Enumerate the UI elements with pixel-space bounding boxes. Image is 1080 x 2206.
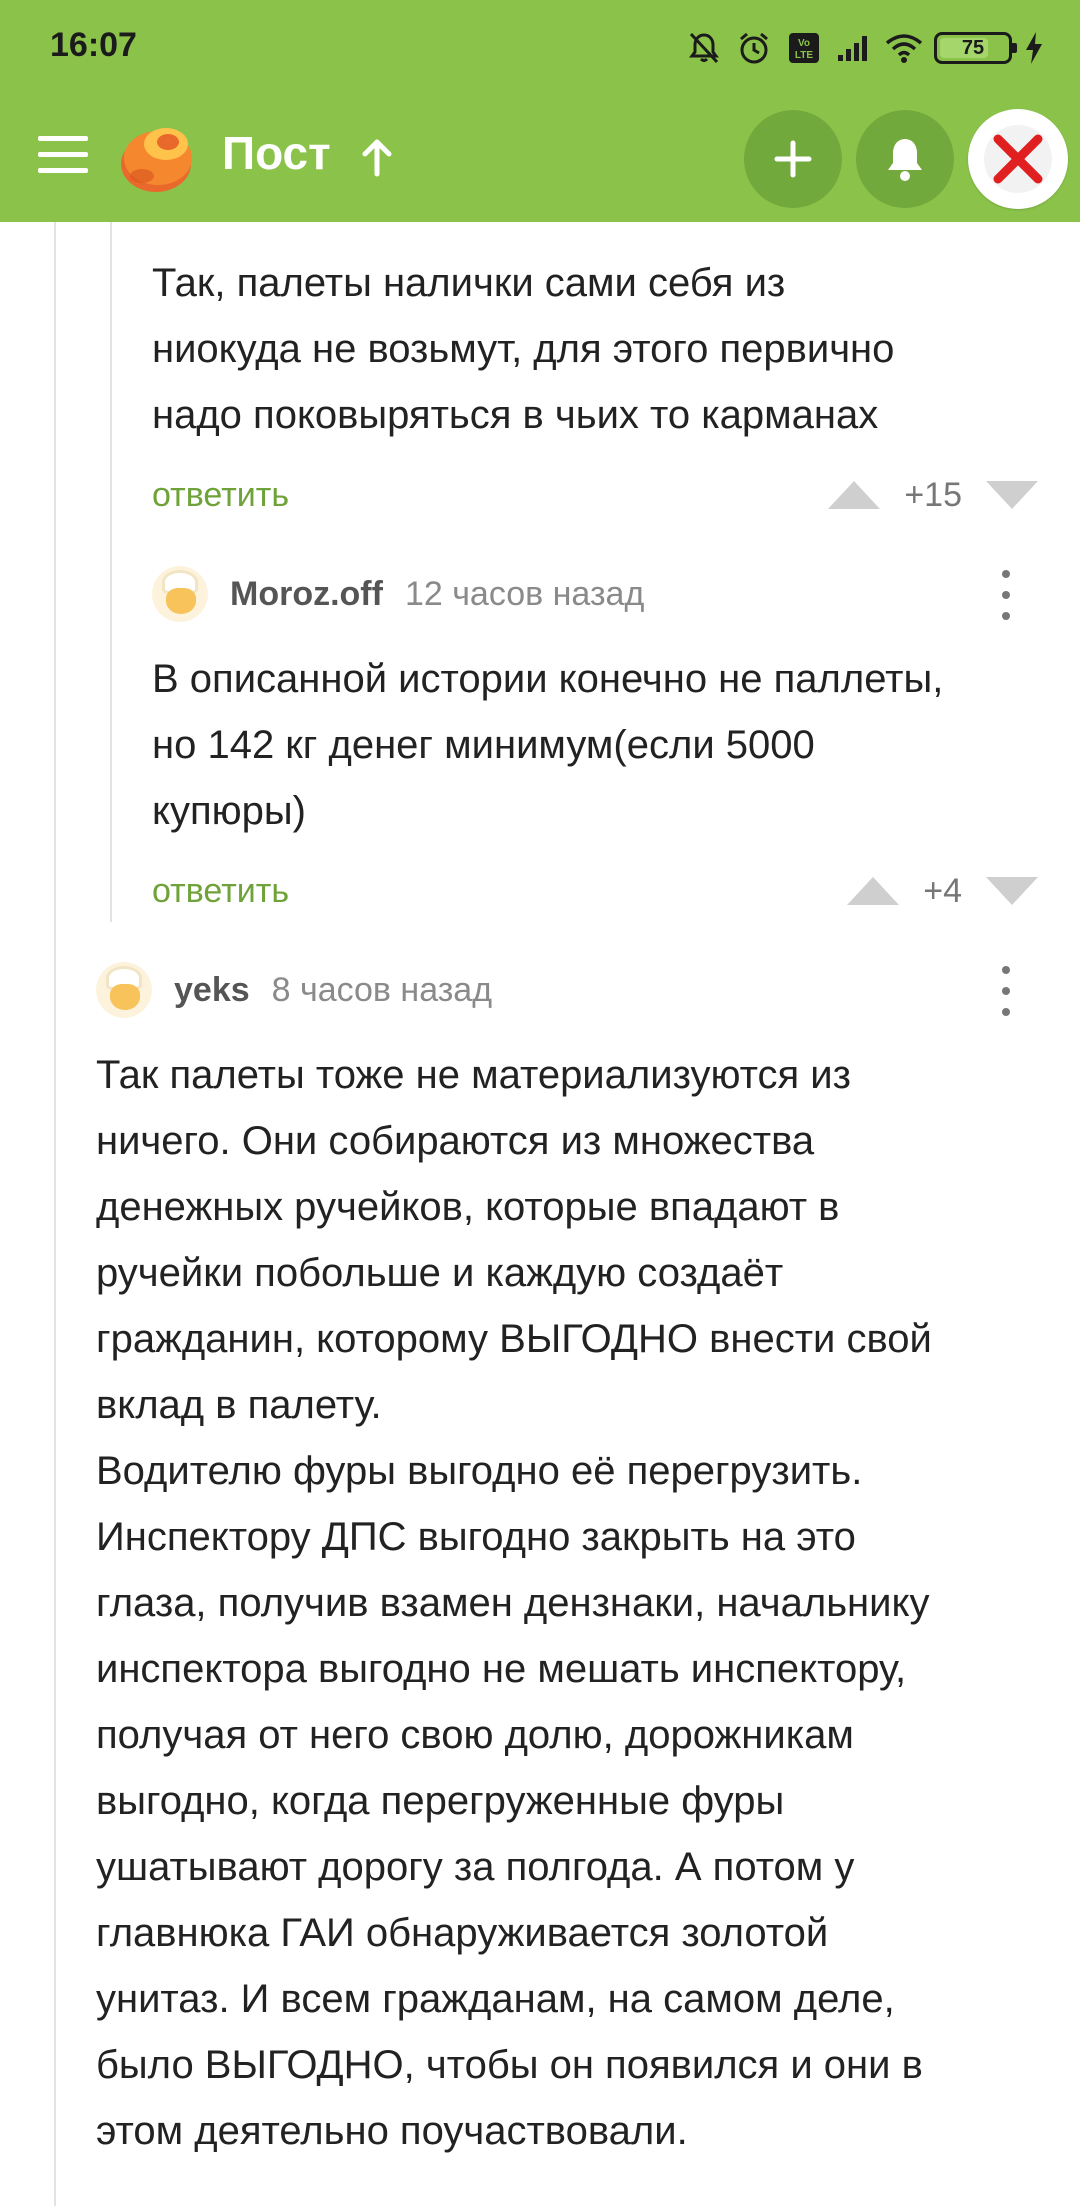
arrow-up-icon[interactable] (355, 136, 399, 180)
plus-icon (774, 140, 812, 178)
add-post-button[interactable] (744, 110, 842, 208)
signal-icon (834, 28, 874, 68)
comment-author[interactable]: Moroz.off (230, 575, 383, 614)
battery-icon: 75 (934, 32, 1017, 64)
comment-text: Так, палеты налички сами себя из ниокуда… (152, 261, 895, 437)
wifi-icon (884, 28, 924, 68)
volte-icon: Vo LTE (784, 28, 824, 68)
avatar[interactable] (96, 962, 152, 1018)
vote-controls: +15 (828, 470, 1038, 520)
svg-text:Vo: Vo (798, 38, 810, 49)
vote-controls: +4 (847, 866, 1038, 916)
more-options-icon[interactable] (996, 570, 1016, 620)
close-button[interactable] (968, 109, 1068, 209)
page-title: Пост (222, 127, 331, 179)
comment-time[interactable]: 12 часов назад (405, 575, 644, 614)
app-toolbar: Пост (0, 96, 1080, 222)
upvote-icon[interactable] (847, 877, 900, 905)
upvote-icon[interactable] (828, 481, 881, 509)
status-bar: 16:07 Vo LTE 75 (0, 0, 1080, 96)
downvote-icon[interactable] (986, 877, 1038, 905)
menu-icon[interactable] (38, 136, 88, 176)
comment-header: Moroz.off 12 часов назад (152, 564, 644, 624)
thread-line-outer (54, 222, 56, 2206)
notifications-button[interactable] (856, 110, 954, 208)
comment-time[interactable]: 8 часов назад (272, 971, 492, 1010)
status-icons: Vo LTE 75 (684, 28, 1046, 68)
comment-text: Так палеты тоже не материализуются из ни… (96, 1053, 932, 2153)
status-time: 16:07 (50, 26, 137, 64)
more-options-icon[interactable] (996, 966, 1016, 1016)
comment-score: +4 (923, 871, 962, 910)
thread-line-inner (110, 222, 112, 922)
svg-text:LTE: LTE (795, 50, 813, 61)
battery-level: 75 (961, 36, 985, 59)
alarm-icon (734, 28, 774, 68)
comment-score: +15 (904, 475, 962, 514)
comment-text: В описанной истории конечно не паллеты, … (152, 657, 944, 833)
reply-link[interactable]: ответить (152, 476, 289, 515)
comment-author[interactable]: yeks (174, 971, 250, 1010)
reply-link[interactable]: ответить (152, 872, 289, 911)
comment-header: yeks 8 часов назад (96, 960, 492, 1020)
close-icon (984, 125, 1052, 193)
charging-icon (1022, 28, 1046, 68)
bell-icon (888, 139, 922, 181)
downvote-icon[interactable] (986, 481, 1038, 509)
avatar[interactable] (152, 566, 208, 622)
mute-icon (684, 28, 724, 68)
pikabu-logo[interactable] (118, 118, 200, 196)
